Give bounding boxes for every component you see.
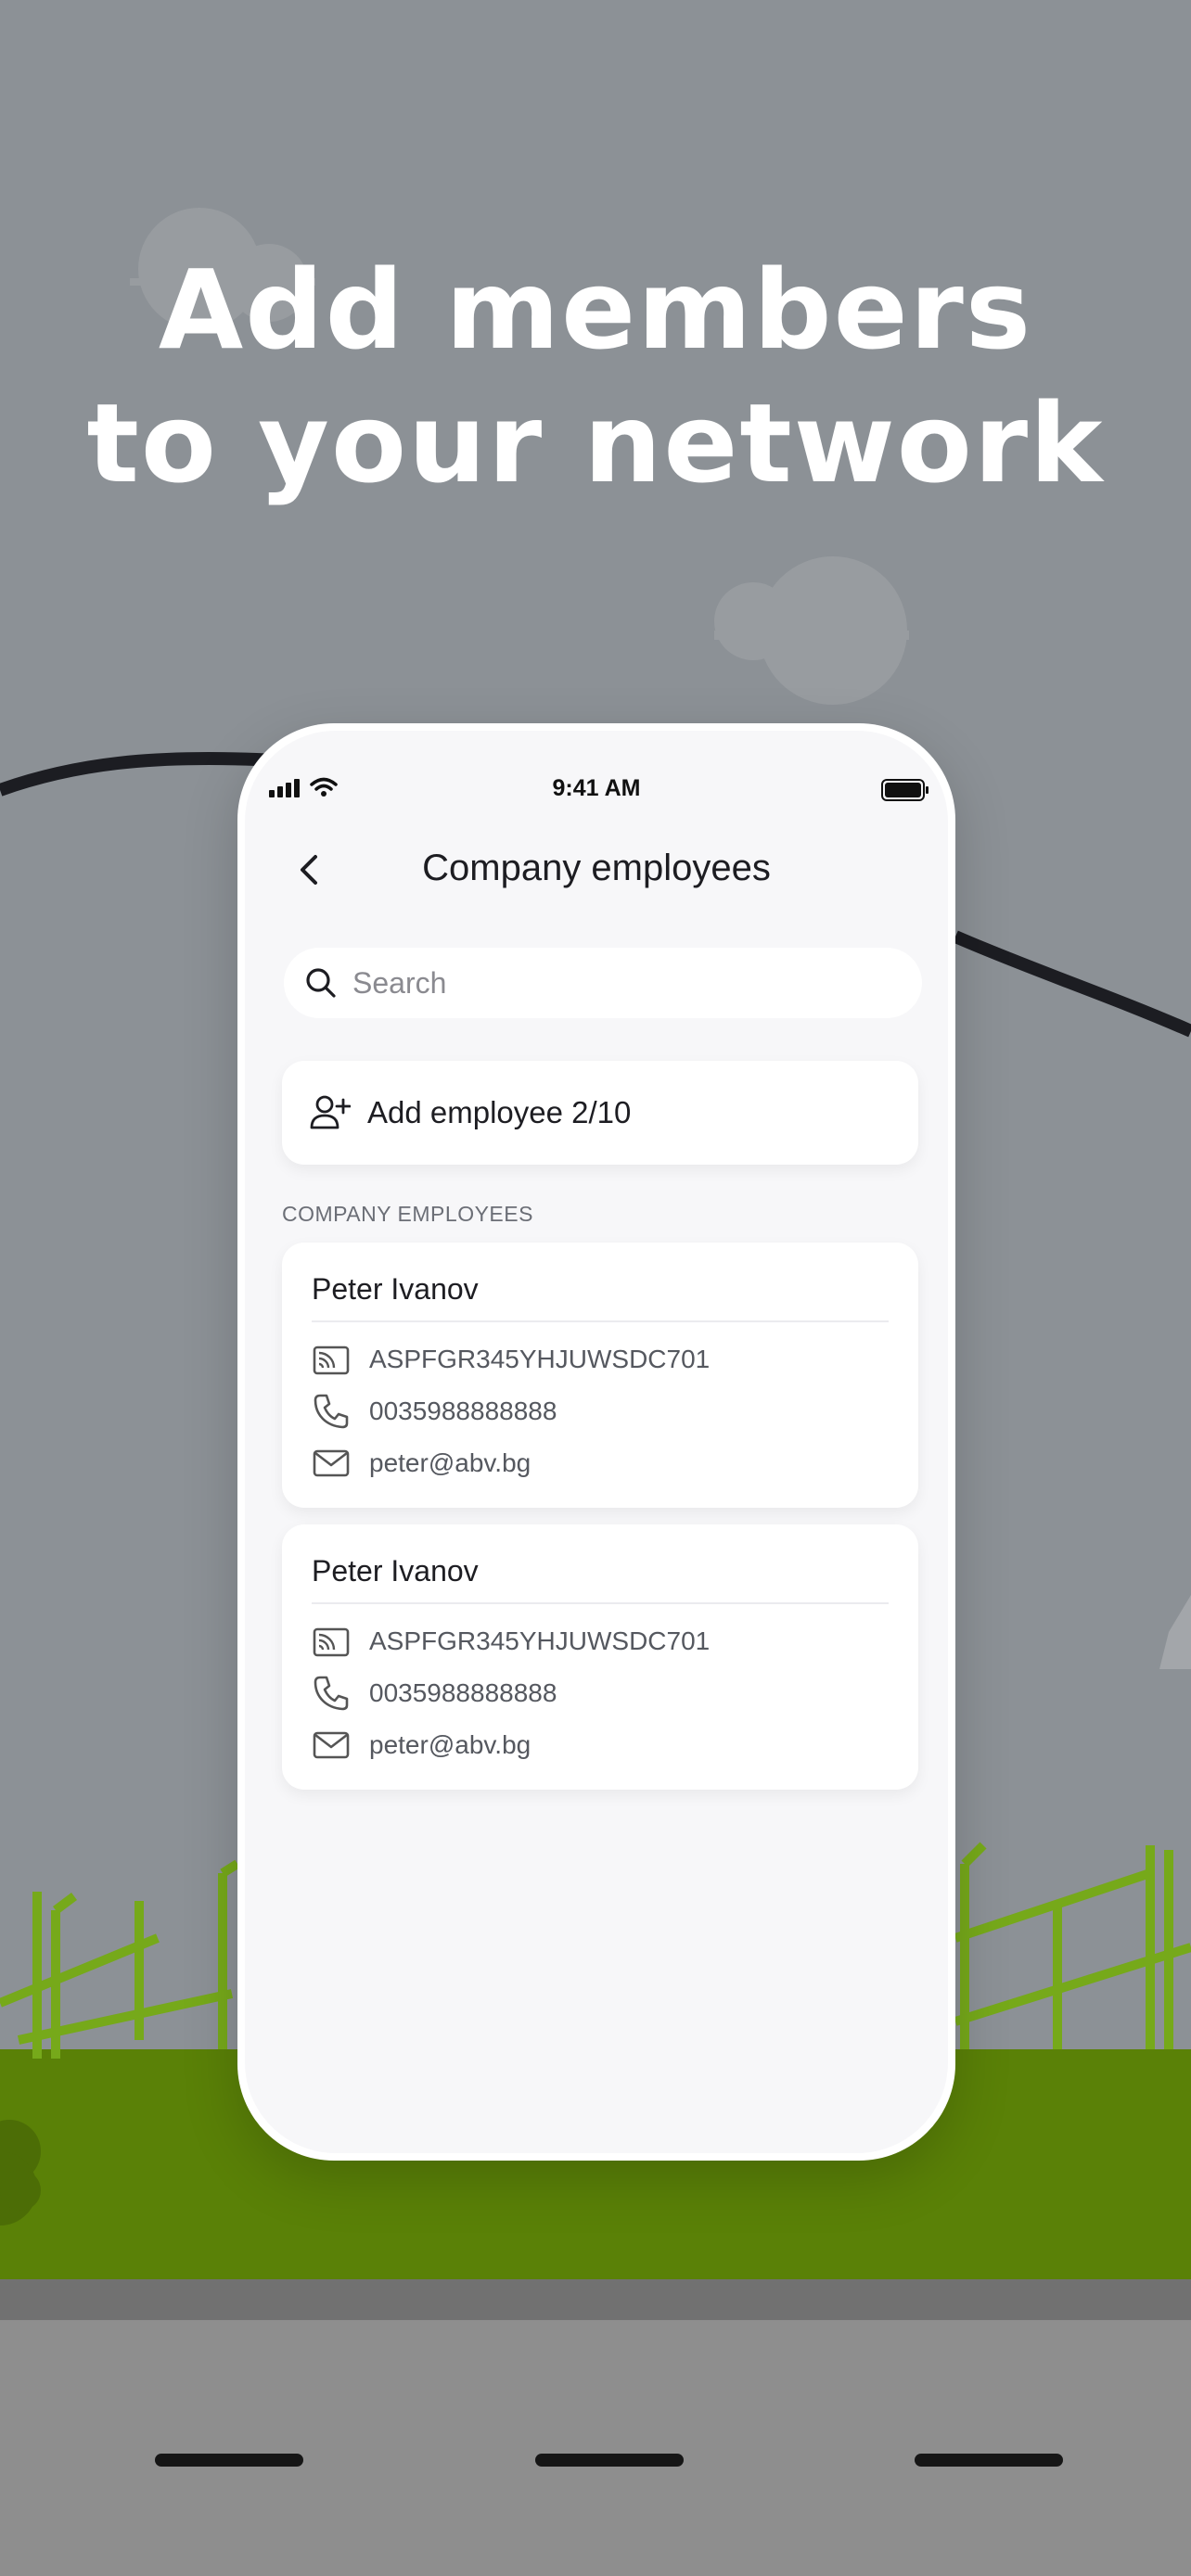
navigation-bar: Company employees — [245, 833, 948, 907]
employee-phone-row: 0035988888888 — [312, 1385, 889, 1437]
headline-line-2: to your network — [86, 379, 1105, 507]
employee-card[interactable]: Peter Ivanov ASPFGR345YHJUWSDC701 003598… — [282, 1243, 918, 1508]
card-icon — [313, 1627, 350, 1657]
add-user-icon — [310, 1095, 351, 1129]
employee-name: Peter Ivanov — [312, 1554, 479, 1588]
employee-phone: 0035988888888 — [369, 1396, 557, 1425]
employee-email-row: peter@abv.bg — [312, 1437, 889, 1489]
search-bar[interactable] — [284, 948, 922, 1018]
headline-line-1: Add members — [158, 246, 1033, 374]
phone-frame: 9:41 AM Company employees Search Add emp… — [237, 723, 955, 2161]
divider — [312, 1602, 889, 1604]
road-edge — [0, 2279, 1191, 2320]
phone-icon — [314, 1676, 349, 1711]
status-bar: 9:41 AM — [245, 731, 948, 823]
mail-icon — [313, 1449, 350, 1477]
phone-screen: 9:41 AM Company employees Search Add emp… — [245, 731, 948, 2153]
bottom-area — [0, 2320, 1191, 2576]
page-indicator-1 — [155, 2454, 303, 2467]
employee-phone-row: 0035988888888 — [312, 1667, 889, 1719]
employee-card-id: ASPFGR345YHJUWSDC701 — [369, 1626, 711, 1655]
add-employee-button[interactable]: Add employee 2/10 — [282, 1061, 918, 1165]
mail-icon — [313, 1731, 350, 1759]
page-indicator-2 — [535, 2454, 684, 2467]
employee-email: peter@abv.bg — [369, 1448, 531, 1477]
battery-icon — [881, 779, 928, 801]
cloud-right — [714, 556, 909, 705]
employee-name: Peter Ivanov — [312, 1272, 479, 1306]
employee-card-id: ASPFGR345YHJUWSDC701 — [369, 1345, 711, 1373]
employee-email: peter@abv.bg — [369, 1730, 531, 1759]
section-heading: COMPANY EMPLOYEES — [282, 1202, 533, 1226]
employee-phone: 0035988888888 — [369, 1678, 557, 1707]
page-indicator-3 — [915, 2454, 1063, 2467]
search-icon — [306, 968, 336, 998]
headline: Add members to your network — [0, 243, 1191, 510]
card-icon — [313, 1345, 350, 1375]
page-title: Company employees — [422, 848, 771, 888]
status-time: 9:41 AM — [552, 775, 641, 801]
employee-email-row: peter@abv.bg — [312, 1719, 889, 1771]
employee-card-id-row: ASPFGR345YHJUWSDC701 — [312, 1615, 889, 1667]
employee-card-id-row: ASPFGR345YHJUWSDC701 — [312, 1333, 889, 1385]
phone-icon — [314, 1394, 349, 1429]
add-employee-label: Add employee 2/10 — [367, 1095, 632, 1129]
search-input[interactable] — [352, 965, 872, 1001]
divider — [312, 1320, 889, 1322]
employee-card[interactable]: Peter Ivanov ASPFGR345YHJUWSDC701 003598… — [282, 1524, 918, 1790]
